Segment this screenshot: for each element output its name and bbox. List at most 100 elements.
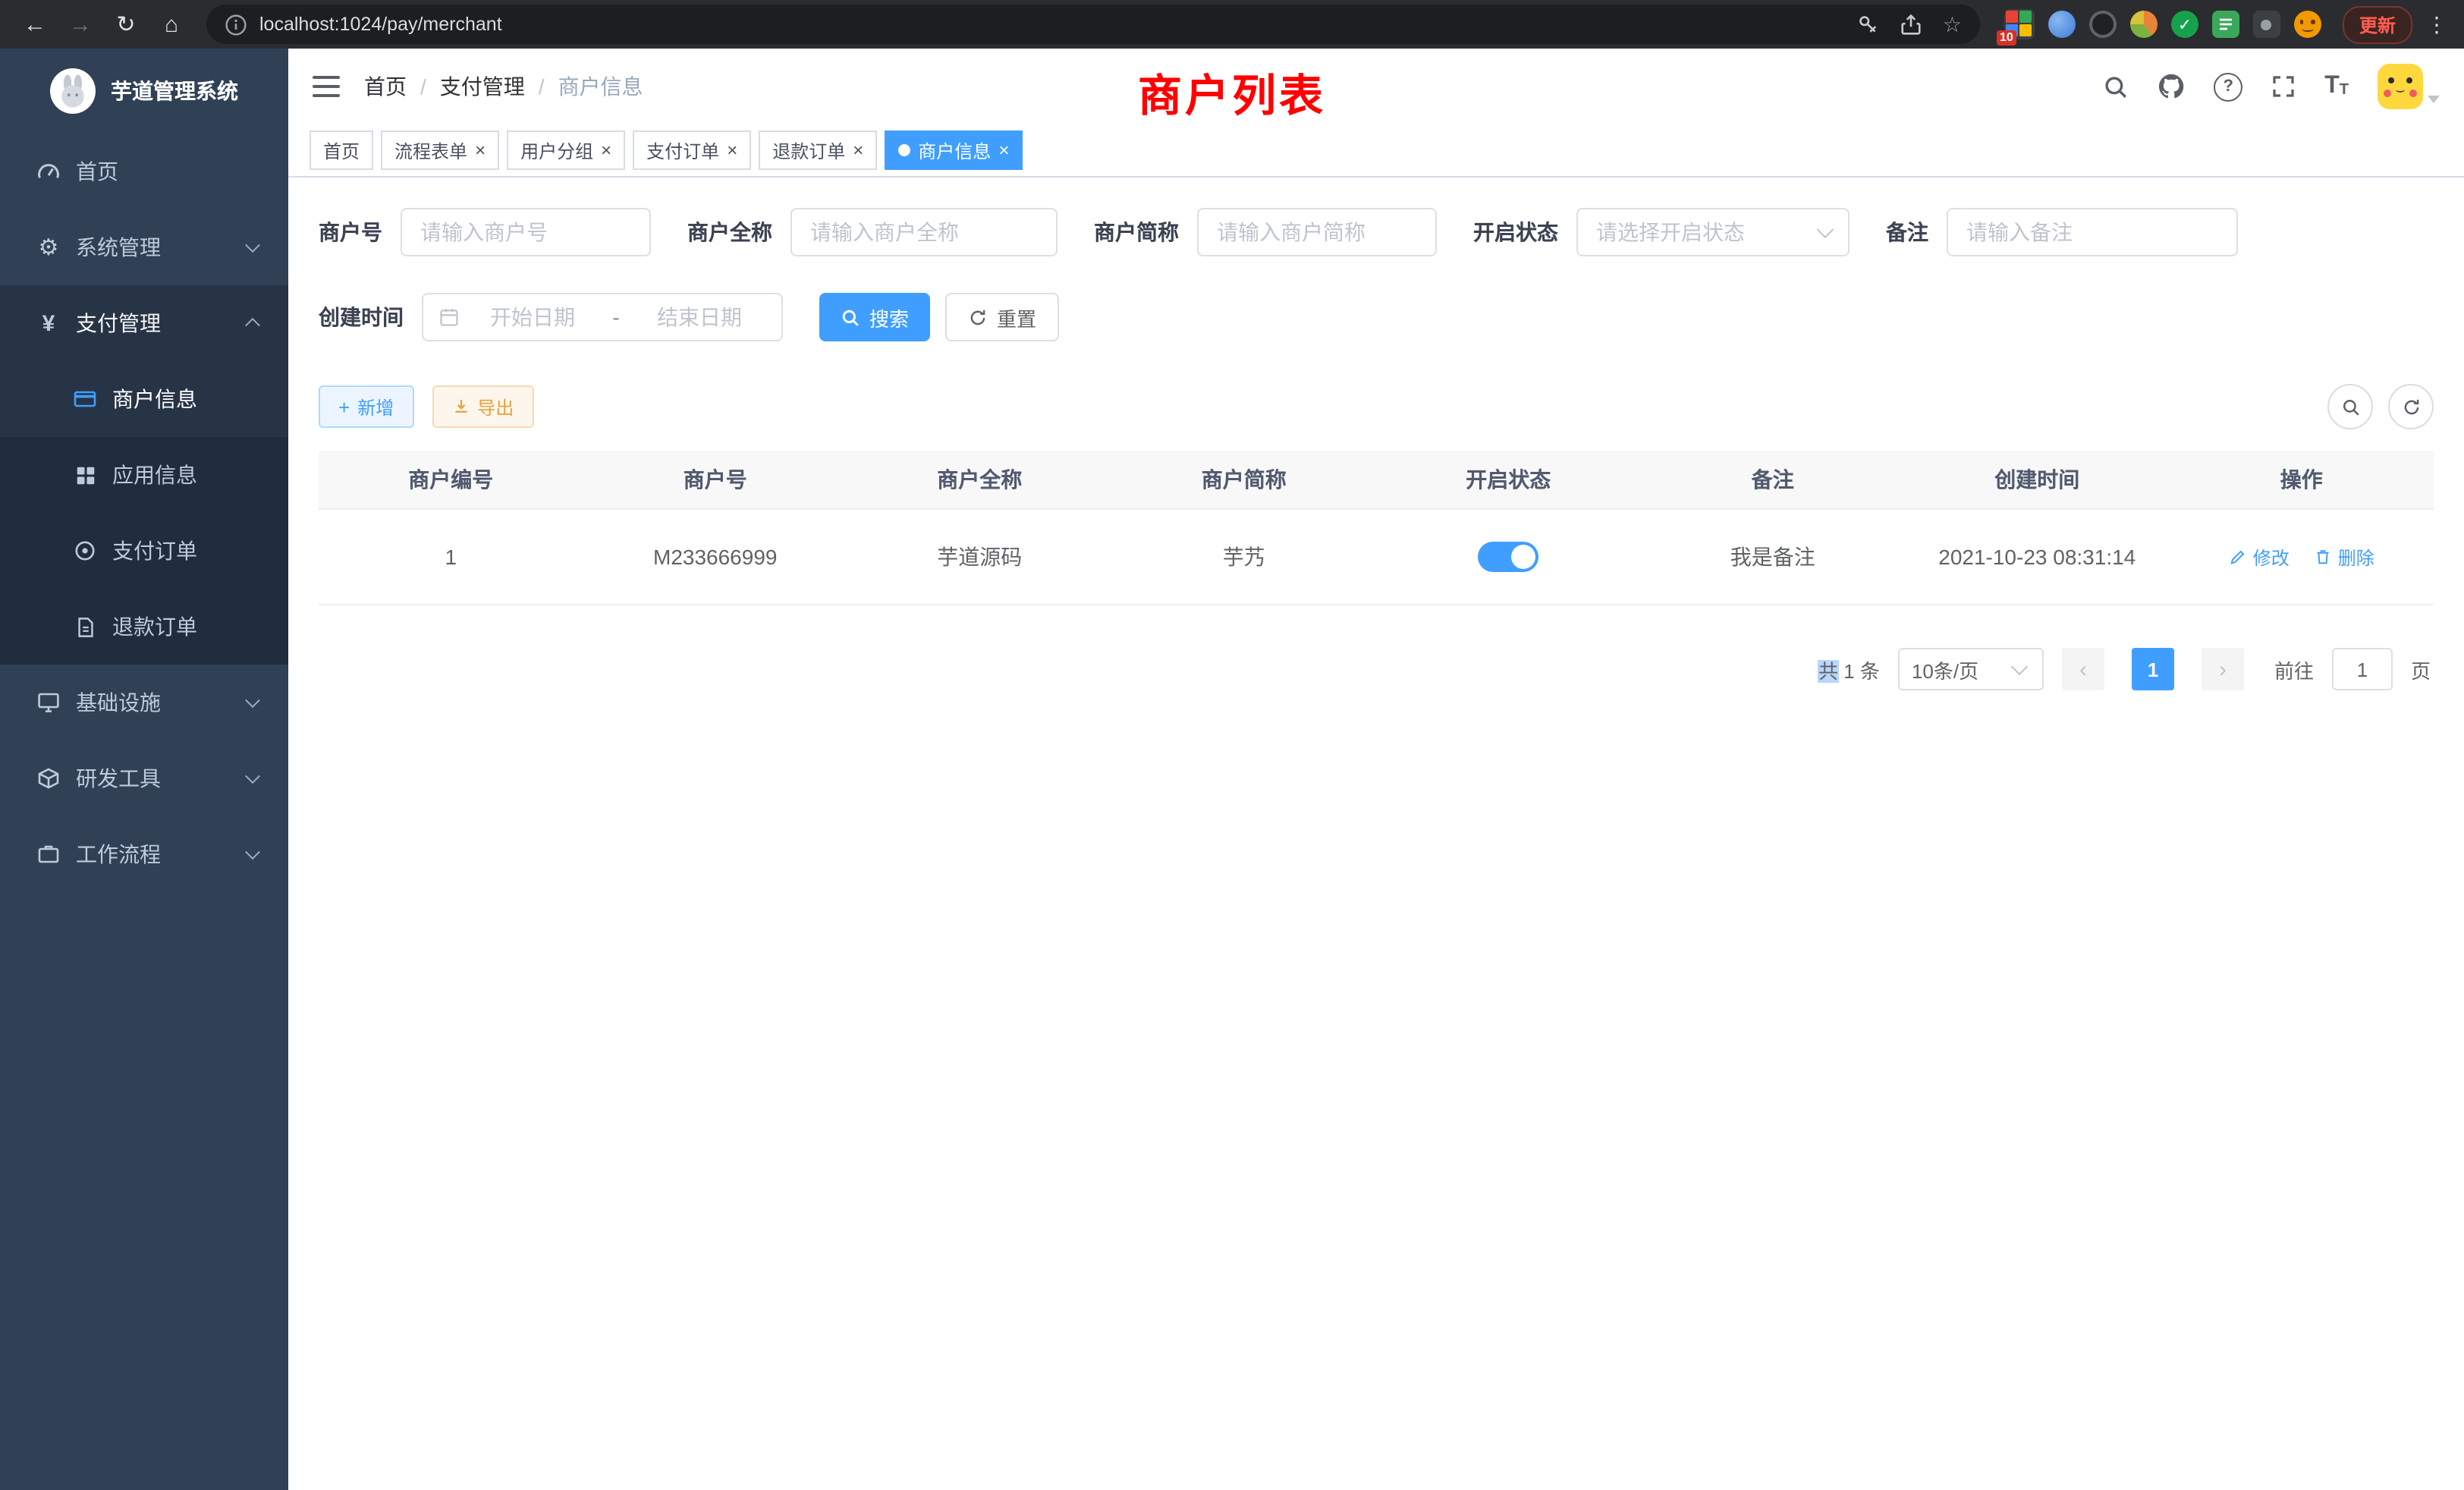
browser-update-button[interactable]: 更新 <box>2343 5 2412 43</box>
password-key-icon[interactable] <box>1858 13 1881 36</box>
credit-card-icon <box>67 387 103 411</box>
smiley-extension-icon[interactable] <box>2294 11 2321 38</box>
remark-input[interactable] <box>1947 208 2238 256</box>
close-icon[interactable]: × <box>601 141 611 159</box>
end-date-placeholder[interactable]: 结束日期 <box>633 302 766 332</box>
browser-menu-icon[interactable]: ⋮ <box>2425 11 2449 37</box>
page-header: 首页 / 支付管理 / 商户信息 商户列表 ? TT <box>288 49 2464 124</box>
sidebar-item-payment[interactable]: ¥ 支付管理 <box>0 285 288 361</box>
reload-icon[interactable]: ↻ <box>106 5 146 44</box>
status-select[interactable] <box>1576 208 1850 256</box>
share-icon[interactable] <box>1900 13 1923 36</box>
show-search-toggle-icon[interactable] <box>2327 384 2373 429</box>
breadcrumb-payment[interactable]: 支付管理 <box>440 71 525 102</box>
search-icon[interactable] <box>2103 74 2129 99</box>
cell-short-name: 芋艿 <box>1112 509 1377 605</box>
table-row: 1 M233666999 芋道源码 芋艿 我是备注 2021-10-23 08:… <box>319 509 2434 605</box>
grid-icon <box>67 464 103 486</box>
app-logo[interactable]: 芋道管理系统 <box>0 49 288 134</box>
add-button[interactable]: + 新增 <box>319 385 413 428</box>
export-button[interactable]: 导出 <box>432 385 533 428</box>
col-remark: 备注 <box>1641 451 1906 509</box>
close-icon[interactable]: × <box>998 141 1009 159</box>
close-icon[interactable]: × <box>475 141 486 159</box>
user-avatar[interactable] <box>2378 64 2440 109</box>
avatar-circle-extension-icon[interactable] <box>2130 11 2158 38</box>
search-button[interactable]: 搜索 <box>819 293 930 341</box>
date-range-picker[interactable]: 开始日期 - 结束日期 <box>422 293 783 341</box>
yen-icon: ¥ <box>30 310 67 336</box>
home-icon[interactable]: ⌂ <box>152 5 191 44</box>
sidebar-item-label: 退款订单 <box>112 611 197 642</box>
page-size-value[interactable] <box>1898 648 2044 690</box>
pagination: 共 1 条 ‹ 1 › 前往 页 <box>288 648 2464 690</box>
reset-button[interactable]: 重置 <box>945 293 1059 341</box>
sidebar-item-refund-orders[interactable]: 退款订单 <box>0 589 288 665</box>
start-date-placeholder[interactable]: 开始日期 <box>466 302 599 332</box>
close-icon[interactable]: × <box>727 141 737 159</box>
green-doc-extension-icon[interactable] <box>2212 11 2239 38</box>
sidebar-item-label: 基础设施 <box>76 687 161 718</box>
full-name-input[interactable] <box>790 208 1058 256</box>
sidebar-item-merchant-info[interactable]: 商户信息 <box>0 361 288 437</box>
tab-home[interactable]: 首页 <box>310 130 373 170</box>
short-name-input[interactable] <box>1197 208 1437 256</box>
sidebar-item-workflow[interactable]: 工作流程 <box>0 816 288 892</box>
document-icon <box>67 615 103 638</box>
help-icon[interactable]: ? <box>2214 72 2242 101</box>
current-page-button[interactable]: 1 <box>2132 648 2174 690</box>
font-size-icon[interactable]: TT <box>2324 74 2349 99</box>
close-icon[interactable]: × <box>853 141 863 159</box>
extension-badge: 10 <box>1997 30 2016 46</box>
dark-circle-extension-icon[interactable] <box>2089 11 2117 38</box>
github-icon[interactable] <box>2158 73 2185 100</box>
address-bar[interactable]: localhost:1024/pay/merchant ☆ <box>206 5 1980 44</box>
prev-page-button[interactable]: ‹ <box>2062 648 2104 690</box>
puzzle-extension-icon[interactable] <box>2253 11 2280 38</box>
next-page-button[interactable]: › <box>2202 648 2244 690</box>
merchant-no-input[interactable] <box>401 208 651 256</box>
screen: ← → ↻ ⌂ localhost:1024/pay/merchant ☆ <box>0 0 2464 1490</box>
chevron-down-icon <box>245 693 260 708</box>
edit-link[interactable]: 修改 <box>2229 544 2290 570</box>
sidebar-item-dev-tools[interactable]: 研发工具 <box>0 740 288 816</box>
forward-icon[interactable]: → <box>61 5 100 44</box>
collapse-menu-icon[interactable] <box>313 76 340 97</box>
sidebar-item-label: 工作流程 <box>76 839 161 869</box>
tab-pay-orders[interactable]: 支付订单 × <box>633 130 751 170</box>
breadcrumb-home[interactable]: 首页 <box>364 71 407 102</box>
breadcrumb-separator: / <box>539 74 545 99</box>
sidebar-item-infra[interactable]: 基础设施 <box>0 665 288 740</box>
tab-merchant-info[interactable]: 商户信息 × <box>885 130 1023 170</box>
tab-user-group[interactable]: 用户分组 × <box>507 130 625 170</box>
fullscreen-icon[interactable] <box>2271 74 2296 99</box>
active-dot-icon <box>898 144 910 156</box>
sidebar-item-system[interactable]: ⚙ 系统管理 <box>0 209 288 285</box>
header-actions: ? TT <box>2103 64 2440 109</box>
cell-full-name: 芋道源码 <box>847 509 1112 605</box>
bookmark-star-icon[interactable]: ☆ <box>1943 14 1962 35</box>
sidebar: 芋道管理系统 首页 ⚙ 系统管理 ¥ 支付管理 <box>0 49 288 1490</box>
sidebar-item-home[interactable]: 首页 <box>0 134 288 209</box>
chevron-down-icon <box>245 844 260 860</box>
back-icon[interactable]: ← <box>15 5 55 44</box>
green-check-extension-icon[interactable]: ✓ <box>2171 11 2198 38</box>
status-toggle[interactable] <box>1478 542 1538 572</box>
page-size-select[interactable] <box>1898 648 2044 690</box>
merchant-table: 商户编号 商户号 商户全称 商户简称 开启状态 备注 创建时间 操作 1 M23… <box>319 451 2434 605</box>
delete-link[interactable]: 删除 <box>2314 544 2374 570</box>
tab-process-form[interactable]: 流程表单 × <box>381 130 499 170</box>
sidebar-item-app-info[interactable]: 应用信息 <box>0 437 288 513</box>
blue-drop-extension-icon[interactable] <box>2048 11 2076 38</box>
extensions-puzzle-icon[interactable]: 10 <box>2004 9 2035 39</box>
app-title: 芋道管理系统 <box>111 76 238 106</box>
goto-page-input[interactable] <box>2332 648 2393 690</box>
sidebar-item-pay-orders[interactable]: 支付订单 <box>0 513 288 589</box>
tab-refund-orders[interactable]: 退款订单 × <box>759 130 877 170</box>
col-short-name: 商户简称 <box>1112 451 1377 509</box>
page-info-icon[interactable] <box>225 13 247 36</box>
refresh-table-icon[interactable] <box>2388 384 2434 429</box>
short-name-label: 商户简称 <box>1094 217 1179 247</box>
url-text: localhost:1024/pay/merchant <box>259 14 1846 35</box>
pencil-icon <box>2229 548 2247 566</box>
